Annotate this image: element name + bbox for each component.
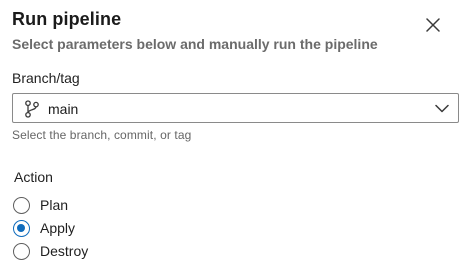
branch-tag-helper-text: Select the branch, commit, or tag	[12, 128, 192, 142]
close-button[interactable]	[419, 11, 447, 39]
run-pipeline-dialog: Run pipeline Select parameters below and…	[0, 0, 474, 273]
close-icon	[426, 18, 440, 32]
radio-label-destroy: Destroy	[40, 243, 89, 259]
radio-button-plan[interactable]	[13, 196, 30, 214]
action-option-destroy[interactable]: Destroy	[13, 241, 88, 261]
dialog-title: Run pipeline	[12, 9, 122, 29]
radio-label-apply: Apply	[40, 220, 76, 236]
dialog-subtitle: Select parameters below and manually run…	[12, 36, 378, 52]
chevron-down-icon	[435, 104, 449, 113]
radio-label-plan: Plan	[40, 197, 69, 213]
action-label: Action	[14, 169, 53, 185]
git-branch-icon	[25, 100, 39, 118]
radio-button-apply[interactable]	[13, 219, 30, 237]
branch-tag-label: Branch/tag	[12, 70, 80, 86]
action-option-plan[interactable]: Plan	[13, 195, 68, 215]
action-option-apply[interactable]: Apply	[13, 218, 75, 238]
branch-tag-select[interactable]: main	[12, 93, 459, 123]
radio-button-destroy[interactable]	[13, 242, 30, 260]
branch-tag-value: main	[48, 101, 79, 117]
